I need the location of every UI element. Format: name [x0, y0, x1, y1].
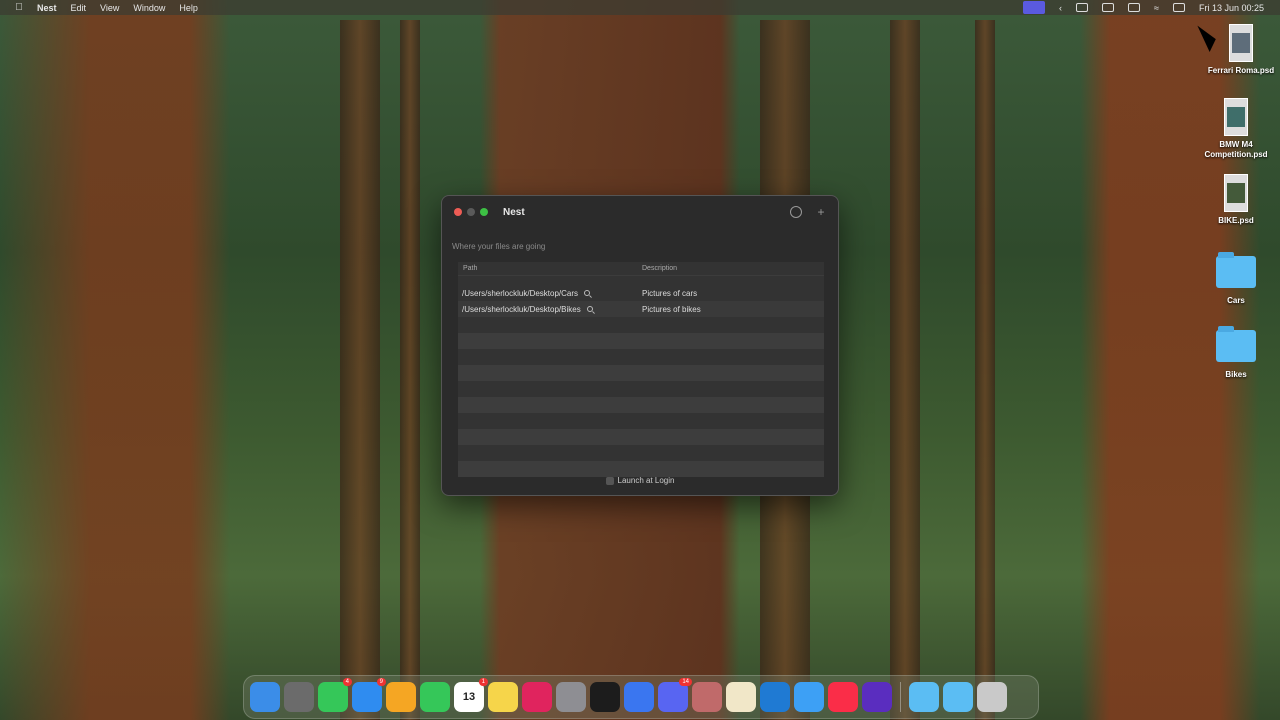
status-area: ‹ ≈ Fri 13 Jun 00:25	[1023, 0, 1264, 15]
image-thumbnail-icon	[1224, 174, 1248, 212]
folder-icon	[1216, 326, 1256, 362]
dock-discord-icon[interactable]: 14	[658, 678, 692, 712]
column-header-description[interactable]: Description	[642, 265, 677, 272]
window-titlebar[interactable]: Nest +	[442, 196, 838, 228]
dock-finder-icon[interactable]	[250, 682, 280, 712]
tree-trunk	[400, 20, 420, 720]
desktop-file-ferrari[interactable]: Ferrari Roma.psd	[1205, 24, 1277, 76]
dock-signal-icon[interactable]	[624, 682, 654, 712]
empty-row	[458, 413, 824, 429]
calendar-date: 13	[462, 691, 476, 703]
empty-row	[458, 317, 824, 333]
dock-messages-icon[interactable]: 4	[318, 678, 352, 712]
dock-calendar-icon[interactable]: 13 1	[454, 678, 488, 712]
desktop-file-bmw[interactable]: BMW M4 Competition.psd	[1200, 98, 1272, 160]
dock-mail-icon[interactable]: 9	[352, 678, 386, 712]
dock-music-icon[interactable]	[828, 682, 858, 712]
notification-badge: 14	[679, 678, 692, 686]
rules-table: Path Description /Users/sherlockluk/Desk…	[458, 262, 824, 477]
window-title: Nest	[503, 206, 525, 218]
dock-terminal-icon[interactable]	[590, 682, 620, 712]
dock-notes-icon[interactable]	[488, 682, 518, 712]
search-icon[interactable]	[584, 290, 591, 296]
dock-applications-folder-icon[interactable]	[943, 682, 973, 712]
control-center-icon[interactable]	[1172, 3, 1185, 12]
table-row[interactable]: /Users/sherlockluk/Desktop/Bikes Picture…	[458, 301, 824, 317]
menu-window[interactable]: Window	[133, 3, 165, 13]
close-button[interactable]	[454, 208, 462, 216]
launch-at-login-checkbox[interactable]	[605, 476, 614, 485]
dock-trash-icon[interactable]	[977, 682, 1007, 712]
empty-row	[458, 349, 824, 365]
empty-row	[458, 333, 824, 349]
row-path[interactable]: /Users/sherlockluk/Desktop/Bikes	[462, 305, 581, 314]
nest-status-icon[interactable]	[1023, 1, 1045, 14]
battery-icon[interactable]	[1128, 3, 1140, 12]
search-icon[interactable]	[586, 306, 593, 312]
menu-bar:  Nest Edit View Window Help ‹ ≈ Fri 13 …	[0, 0, 1280, 15]
clock[interactable]: Fri 13 Jun 00:25	[1199, 3, 1264, 13]
apple-icon[interactable]: 	[13, 2, 25, 14]
menu-view[interactable]: View	[100, 3, 119, 13]
dock-system-settings-icon[interactable]	[556, 682, 586, 712]
dock-photos-icon[interactable]	[386, 682, 416, 712]
empty-row	[458, 461, 824, 477]
notification-badge: 4	[342, 678, 352, 686]
dock-arc-icon[interactable]	[862, 682, 892, 712]
row-path[interactable]: /Users/sherlockluk/Desktop/Cars	[462, 289, 578, 298]
menu-edit[interactable]: Edit	[71, 3, 87, 13]
desktop-folder-cars[interactable]: Cars	[1200, 252, 1272, 306]
column-header-path[interactable]: Path	[458, 265, 642, 272]
dock-launchpad-icon[interactable]	[284, 682, 314, 712]
menu-help[interactable]: Help	[179, 3, 198, 13]
dock-facetime-icon[interactable]	[420, 682, 450, 712]
row-description[interactable]: Pictures of bikes	[642, 305, 701, 314]
desktop-file-bike[interactable]: BIKE.psd	[1200, 174, 1272, 226]
nest-window: Nest + Where your files are going Path D…	[441, 195, 839, 496]
settings-gear-icon[interactable]	[790, 206, 802, 218]
car-status-icon[interactable]	[1076, 3, 1088, 12]
image-thumbnail-icon	[1229, 24, 1253, 62]
grid-status-icon[interactable]	[1102, 3, 1114, 12]
window-subtitle: Where your files are going	[452, 242, 546, 251]
empty-row	[458, 365, 824, 381]
row-description[interactable]: Pictures of cars	[642, 289, 697, 298]
empty-row	[458, 429, 824, 445]
desktop-folder-bikes[interactable]: Bikes	[1200, 326, 1272, 380]
tree-trunk	[890, 20, 920, 720]
dock: 4 9 13 1 14	[243, 675, 1039, 719]
minimize-button[interactable]	[467, 208, 475, 216]
dock-xcode-icon[interactable]	[794, 682, 824, 712]
empty-row	[458, 381, 824, 397]
table-header: Path Description	[458, 262, 824, 276]
notification-badge: 9	[376, 678, 386, 686]
dock-separator	[900, 682, 901, 712]
chevron-left-icon[interactable]: ‹	[1059, 3, 1062, 13]
dock-xcode-app-icon[interactable]	[692, 682, 722, 712]
add-button[interactable]: +	[815, 206, 827, 218]
empty-row	[458, 397, 824, 413]
folder-icon	[1216, 252, 1256, 288]
notification-badge: 1	[478, 678, 488, 686]
empty-row	[458, 445, 824, 461]
tree-trunk	[340, 20, 380, 720]
tree-trunk	[975, 20, 995, 720]
zoom-button[interactable]	[480, 208, 488, 216]
launch-at-login-toggle[interactable]: Launch at Login	[442, 476, 838, 485]
dock-focus-icon[interactable]	[522, 682, 552, 712]
wifi-icon[interactable]: ≈	[1154, 3, 1159, 13]
image-thumbnail-icon	[1224, 98, 1248, 136]
dock-downloads-folder-icon[interactable]	[909, 682, 939, 712]
dock-vscode-icon[interactable]	[760, 682, 790, 712]
dock-coffee-app-icon[interactable]	[726, 682, 756, 712]
table-row[interactable]: /Users/sherlockluk/Desktop/Cars Pictures…	[458, 285, 824, 301]
menu-app-name[interactable]: Nest	[37, 3, 57, 13]
launch-at-login-label: Launch at Login	[617, 476, 675, 485]
